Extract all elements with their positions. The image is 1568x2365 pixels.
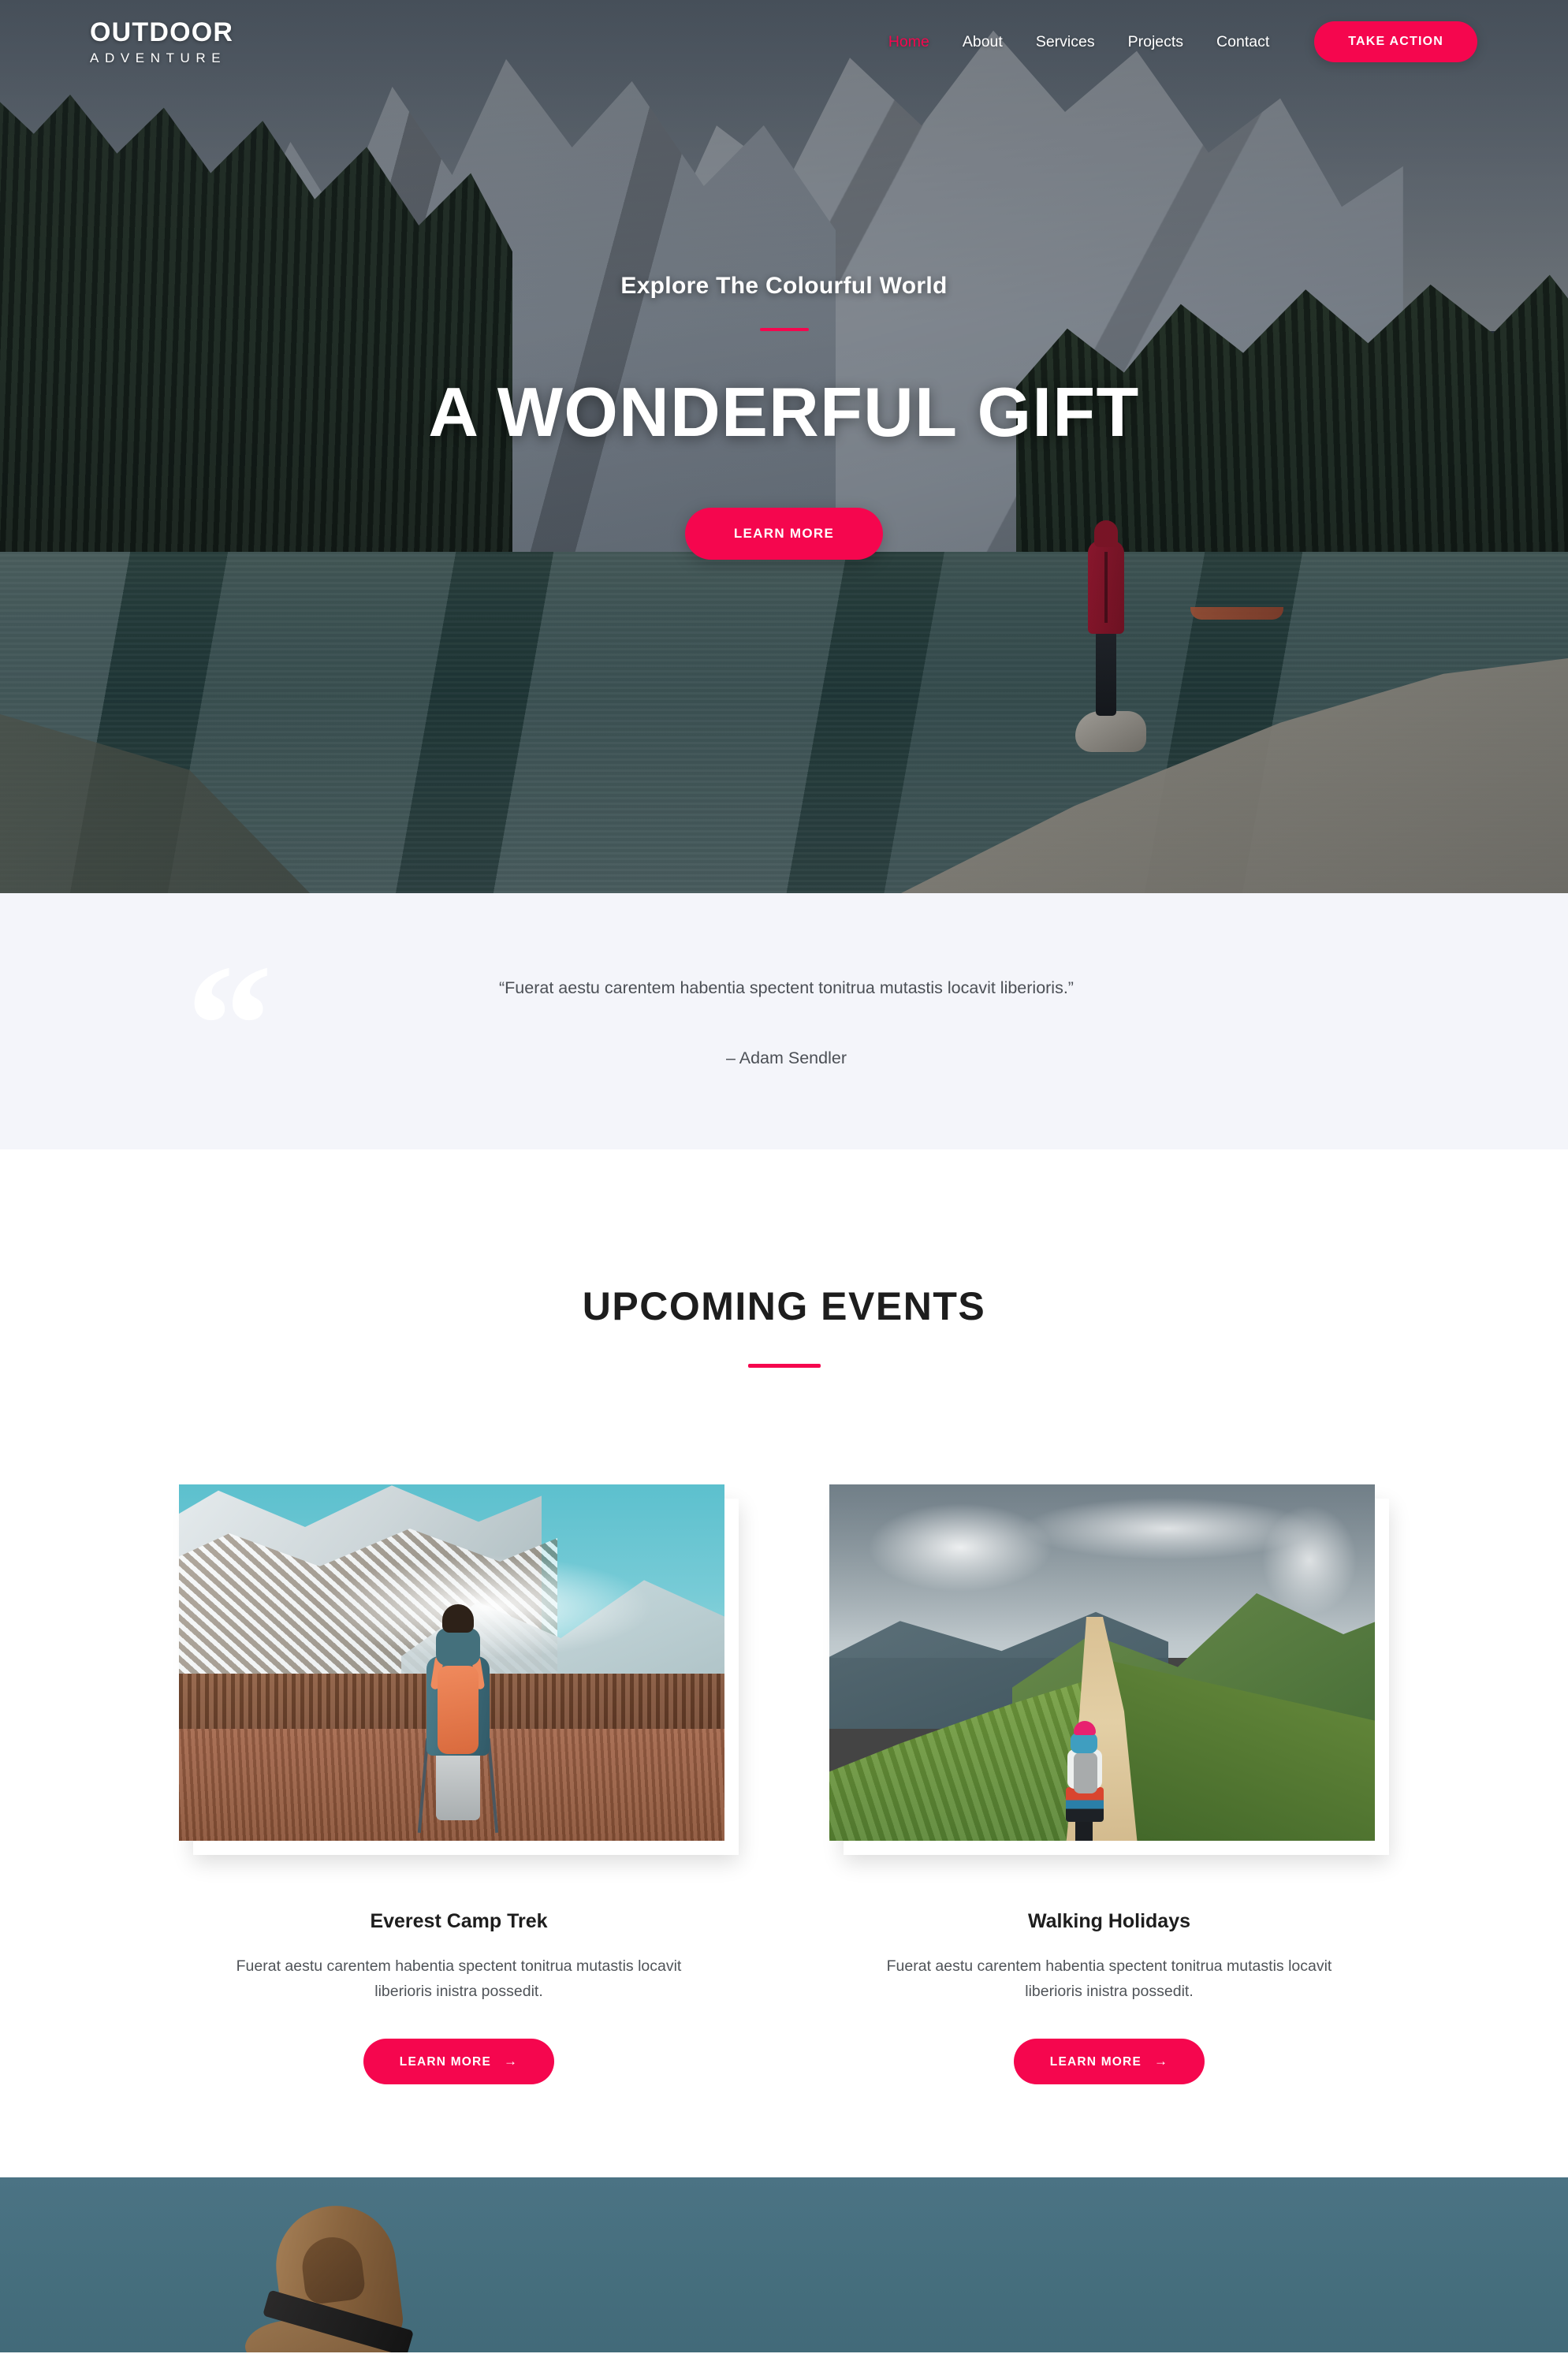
card1-hiker-pants <box>436 1749 480 1820</box>
hero-subtitle: Explore The Colourful World <box>620 272 948 299</box>
arrow-right-icon: → <box>504 2054 519 2069</box>
nav-item-projects[interactable]: Projects <box>1112 33 1200 51</box>
card1-backpack <box>438 1666 479 1754</box>
testimonial-content: “Fuerat aestu carentem habentia spectent… <box>241 974 1331 1068</box>
bottom-image-section <box>0 2177 1568 2353</box>
events-card-grid: Everest Camp Trek Fuerat aestu carentem … <box>0 1484 1568 2085</box>
card1-pole-right <box>486 1738 499 1833</box>
event-learn-more-button-walking[interactable]: LEARN MORE → <box>1013 2039 1205 2085</box>
event-button-label: LEARN MORE <box>1049 2055 1142 2069</box>
hero-section: OUTDOOR ADVENTURE Home About Services Pr… <box>0 0 1568 893</box>
testimonial-text: “Fuerat aestu carentem habentia spectent… <box>499 978 1074 997</box>
testimonial-section: “ “Fuerat aestu carentem habentia specte… <box>0 893 1568 1149</box>
hat-graphic <box>237 2199 441 2353</box>
event-image-everest <box>179 1484 724 1841</box>
nav-item-services[interactable]: Services <box>1019 33 1112 51</box>
event-description-everest: Fuerat aestu carentem habentia spectent … <box>236 1957 682 2001</box>
nav-item-about[interactable]: About <box>946 33 1019 51</box>
arrow-right-icon: → <box>1154 2054 1169 2069</box>
hero-divider <box>759 327 809 331</box>
logo-text-secondary: ADVENTURE <box>90 50 227 65</box>
upcoming-events-section: UPCOMING EVENTS Everest Camp Trek Fuerat… <box>0 1149 1568 2178</box>
event-description-walking: Fuerat aestu carentem habentia spectent … <box>886 1957 1332 2001</box>
main-navigation: OUTDOOR ADVENTURE Home About Services Pr… <box>0 0 1568 84</box>
event-card-everest[interactable]: Everest Camp Trek Fuerat aestu carentem … <box>179 1484 739 2085</box>
card2-walker-hat <box>1074 1721 1096 1735</box>
event-card-figure <box>179 1484 739 1855</box>
logo-text-primary: OUTDOOR <box>90 17 234 47</box>
event-card-walking[interactable]: Walking Holidays Fuerat aestu carentem h… <box>829 1484 1389 2085</box>
event-button-label: LEARN MORE <box>399 2055 491 2069</box>
nav-links-group: Home About Services Projects Contact TAK… <box>872 21 1477 62</box>
card2-walker-backpack <box>1074 1752 1097 1793</box>
event-image-walking <box>829 1484 1375 1841</box>
events-divider <box>747 1364 821 1368</box>
hero-content: Explore The Colourful World A WONDERFUL … <box>0 0 1568 893</box>
testimonial-author: – Adam Sendler <box>726 1048 847 1068</box>
events-heading: UPCOMING EVENTS <box>582 1284 986 1328</box>
event-title-walking: Walking Holidays <box>1027 1910 1191 1932</box>
event-learn-more-button-everest[interactable]: LEARN MORE → <box>363 2039 555 2085</box>
event-title-everest: Everest Camp Trek <box>370 1910 548 1932</box>
site-logo[interactable]: OUTDOOR ADVENTURE <box>90 19 233 65</box>
card1-hiker-hood <box>436 1628 480 1666</box>
hero-learn-more-button[interactable]: LEARN MORE <box>684 507 884 560</box>
hero-title: A WONDERFUL GIFT <box>428 372 1140 451</box>
card2-walker-scarf <box>1071 1733 1097 1753</box>
card1-hiker-head <box>442 1604 474 1633</box>
event-card-figure <box>829 1484 1389 1855</box>
nav-item-contact[interactable]: Contact <box>1200 33 1286 51</box>
take-action-button[interactable]: TAKE ACTION <box>1314 21 1477 62</box>
card1-hiker <box>409 1604 504 1841</box>
card2-walker-legs <box>1075 1819 1093 1841</box>
card2-walker <box>1055 1721 1113 1841</box>
nav-item-home[interactable]: Home <box>872 33 946 51</box>
